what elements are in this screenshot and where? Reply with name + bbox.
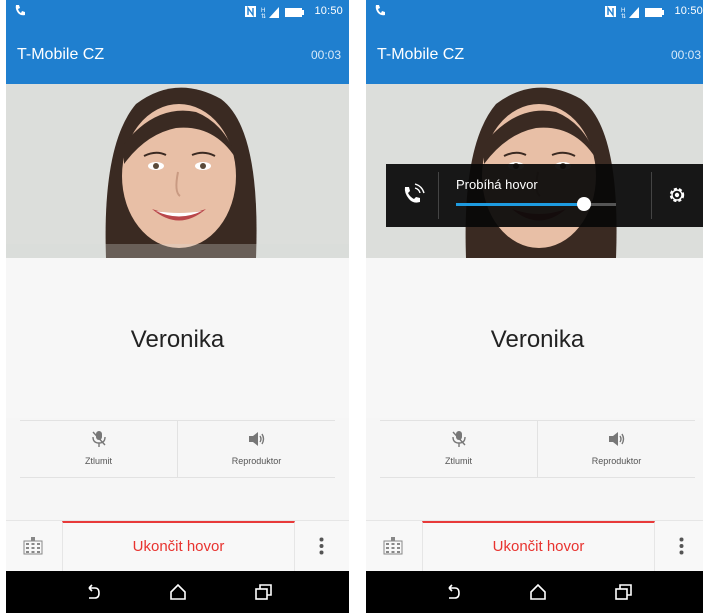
battery-icon bbox=[285, 8, 304, 17]
end-call-button[interactable]: Ukončit hovor bbox=[62, 521, 295, 573]
call-actions: Ztlumit Reproduktor bbox=[20, 420, 335, 478]
contact-name: Veronika bbox=[130, 326, 225, 353]
battery-icon bbox=[645, 8, 664, 17]
status-bar: H ⇅ 10:50 bbox=[366, 0, 703, 24]
more-options-button[interactable] bbox=[294, 521, 349, 571]
signal-icon bbox=[269, 7, 279, 18]
contact-info: Veronika bbox=[6, 258, 349, 418]
volume-label: Probíhá hovor bbox=[456, 177, 538, 192]
speaker-button[interactable]: Reproduktor bbox=[178, 421, 335, 477]
call-actions: Ztlumit Reproduktor bbox=[380, 420, 695, 478]
back-icon[interactable] bbox=[81, 580, 105, 604]
mute-label: Ztlumit bbox=[445, 456, 472, 466]
navigation-bar bbox=[366, 571, 703, 613]
mute-label: Ztlumit bbox=[85, 456, 112, 466]
signal-icon bbox=[629, 7, 639, 18]
call-screen-left: H ⇅ 10:50 T-Mobile CZ 00:03 Veronika Ztl… bbox=[6, 0, 349, 613]
mute-button[interactable]: Ztlumit bbox=[380, 421, 538, 477]
contact-info: Veronika bbox=[366, 258, 703, 418]
speaker-icon bbox=[248, 432, 264, 446]
microphone-mute-icon bbox=[91, 431, 106, 447]
nfc-icon bbox=[245, 5, 256, 18]
more-options-button[interactable] bbox=[654, 521, 703, 571]
more-vert-icon bbox=[679, 537, 684, 555]
settings-gear-icon[interactable] bbox=[666, 184, 688, 206]
call-timer: 00:03 bbox=[310, 48, 341, 62]
home-icon[interactable] bbox=[166, 580, 190, 604]
contact-name: Veronika bbox=[490, 326, 585, 353]
call-header: T-Mobile CZ 00:03 bbox=[6, 24, 349, 84]
navigation-bar bbox=[6, 571, 349, 613]
phone-icon bbox=[375, 5, 385, 16]
back-icon[interactable] bbox=[441, 580, 465, 604]
end-call-label: Ukončit hovor bbox=[492, 538, 585, 555]
volume-slider-fill bbox=[456, 203, 584, 206]
call-volume-icon[interactable] bbox=[400, 183, 426, 209]
dialpad-button[interactable] bbox=[6, 521, 61, 571]
end-call-label: Ukončit hovor bbox=[132, 538, 225, 555]
nfc-icon bbox=[605, 5, 616, 18]
mute-button[interactable]: Ztlumit bbox=[20, 421, 178, 477]
volume-overlay: Probíhá hovor bbox=[386, 164, 703, 227]
microphone-mute-icon bbox=[451, 431, 466, 447]
carrier-name: T-Mobile CZ bbox=[377, 46, 465, 63]
overlay-divider bbox=[438, 172, 439, 219]
home-icon[interactable] bbox=[526, 580, 550, 604]
network-h-icon: H⇅ bbox=[621, 8, 626, 19]
speaker-label: Reproduktor bbox=[231, 456, 282, 466]
dialpad-button[interactable] bbox=[366, 521, 421, 571]
status-bar: H ⇅ 10:50 bbox=[6, 0, 349, 24]
carrier-name: T-Mobile CZ bbox=[17, 46, 105, 63]
phone-icon bbox=[15, 5, 25, 16]
bottom-bar: Ukončit hovor bbox=[366, 520, 703, 573]
speaker-label: Reproduktor bbox=[591, 456, 642, 466]
end-call-button[interactable]: Ukončit hovor bbox=[422, 521, 655, 573]
status-time: 10:50 bbox=[314, 5, 343, 17]
recent-apps-icon[interactable] bbox=[611, 580, 635, 604]
dialpad-icon bbox=[23, 537, 43, 555]
call-timer: 00:03 bbox=[670, 48, 701, 62]
recent-apps-icon[interactable] bbox=[251, 580, 275, 604]
dialpad-icon bbox=[383, 537, 403, 555]
status-icons: H⇅ bbox=[245, 5, 304, 19]
overlay-divider bbox=[651, 172, 652, 219]
more-vert-icon bbox=[319, 537, 324, 555]
contact-photo bbox=[6, 84, 349, 258]
svg-text:⇅: ⇅ bbox=[261, 14, 266, 19]
status-time: 10:50 bbox=[674, 5, 703, 17]
network-h-icon: H⇅ bbox=[261, 8, 266, 19]
call-screen-right: H ⇅ 10:50 T-Mobile CZ 00:03 Probíhá hovo… bbox=[366, 0, 703, 613]
volume-slider[interactable] bbox=[456, 197, 616, 211]
volume-slider-thumb[interactable] bbox=[577, 197, 591, 211]
speaker-icon bbox=[608, 432, 624, 446]
status-icons: H⇅ bbox=[605, 5, 664, 19]
call-header: T-Mobile CZ 00:03 bbox=[366, 24, 703, 84]
speaker-button[interactable]: Reproduktor bbox=[538, 421, 695, 477]
bottom-bar: Ukončit hovor bbox=[6, 520, 349, 573]
svg-text:⇅: ⇅ bbox=[621, 14, 626, 19]
